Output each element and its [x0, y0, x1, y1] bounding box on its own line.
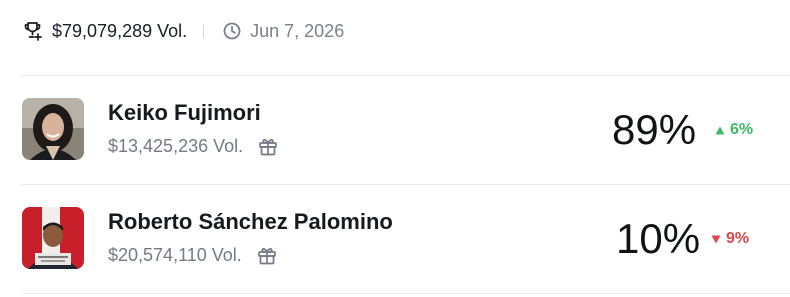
trophy-icon [22, 20, 44, 42]
end-date: Jun 7, 2026 [250, 20, 345, 41]
change-indicator: 6% [715, 121, 753, 139]
clock-icon [222, 21, 242, 41]
outcome-percent: 89% [612, 106, 697, 153]
gift-icon[interactable] [257, 135, 279, 157]
gift-icon[interactable] [256, 244, 278, 266]
outcome-name: Roberto Sánchez Palomino [108, 209, 393, 234]
triangle-down-icon [711, 235, 721, 244]
header-separator [203, 24, 205, 38]
change-indicator: 9% [711, 230, 749, 248]
divider [22, 293, 790, 294]
avatar [22, 98, 84, 160]
market-panel: $79,079,289 Vol. Jun 7, 2026 Keiko Fujim… [0, 0, 790, 297]
outcome-volume: $13,425,236 Vol. [108, 135, 244, 156]
change-value: 6% [730, 121, 754, 138]
change-value: 9% [726, 230, 750, 247]
outcome-volume-line: $20,574,110 Vol. [108, 244, 278, 266]
outcome-volume: $20,574,110 Vol. [108, 244, 242, 265]
triangle-up-icon [715, 126, 725, 135]
market-header: $79,079,289 Vol. Jun 7, 2026 [22, 16, 344, 46]
total-volume: $79,079,289 Vol. [52, 20, 188, 41]
outcome-percent: 10% [616, 215, 701, 262]
outcome-row[interactable]: Keiko Fujimori $13,425,236 Vol. 89% 6% [22, 76, 768, 184]
outcome-name: Keiko Fujimori [108, 100, 261, 125]
outcome-row[interactable]: Roberto Sánchez Palomino $20,574,110 Vol… [22, 185, 768, 293]
outcome-volume-line: $13,425,236 Vol. [108, 135, 279, 157]
avatar [22, 207, 84, 269]
